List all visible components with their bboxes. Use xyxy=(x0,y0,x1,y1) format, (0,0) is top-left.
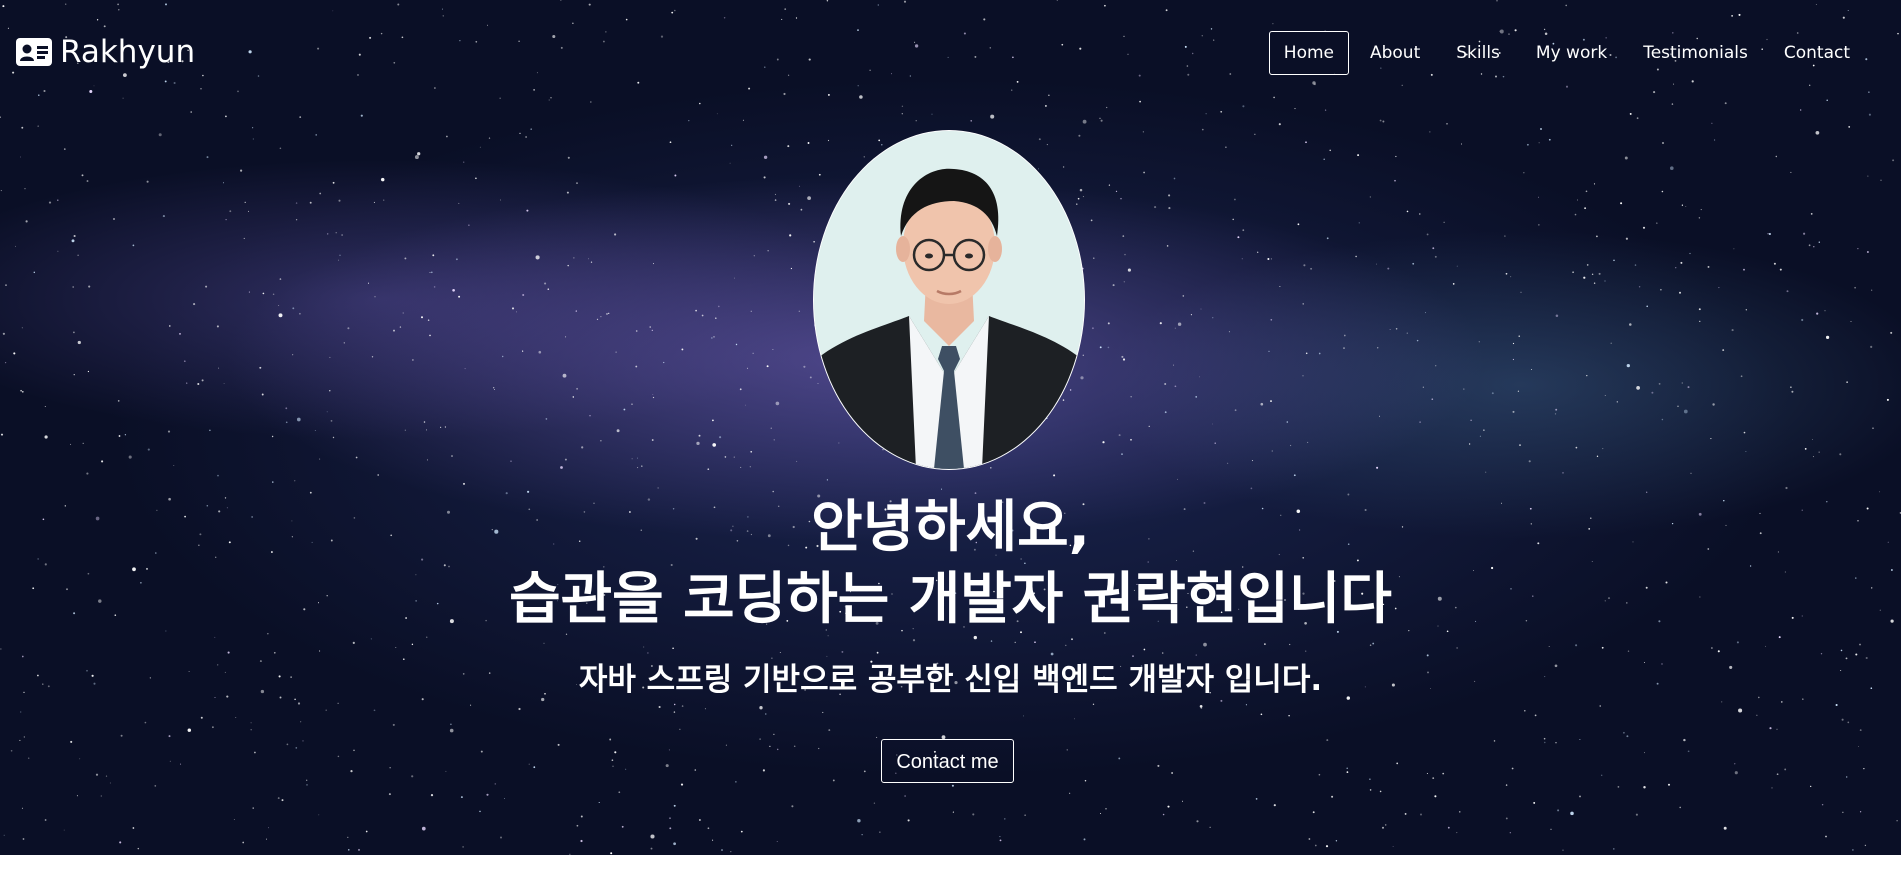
brand-logo[interactable]: Rakhyun xyxy=(16,34,195,70)
nav-item-home[interactable]: Home xyxy=(1268,31,1349,75)
contact-me-button[interactable]: Contact me xyxy=(881,739,1014,783)
main-nav: Home About Skills My work Testimonials C… xyxy=(1268,31,1865,75)
navbar: Rakhyun Home About Skills My work Testim… xyxy=(0,0,1901,106)
nav-item-my-work[interactable]: My work xyxy=(1521,31,1622,75)
hero-subtitle: 자바 스프링 기반으로 공부한 신입 백엔드 개발자 입니다. xyxy=(578,662,1323,698)
hero-greeting: 안녕하세요, xyxy=(811,495,1090,560)
brand-name: Rakhyun xyxy=(60,34,196,70)
id-card-icon xyxy=(16,38,52,66)
hero-headline: 안녕하세요, 습관을 코딩하는 개발자 권락현입니다 xyxy=(0,492,1901,636)
nav-item-contact[interactable]: Contact xyxy=(1769,31,1865,75)
hero-section: Rakhyun Home About Skills My work Testim… xyxy=(0,0,1901,855)
nav-item-testimonials[interactable]: Testimonials xyxy=(1628,31,1763,75)
profile-photo xyxy=(813,130,1085,470)
nav-item-about[interactable]: About xyxy=(1355,31,1435,75)
nav-item-skills[interactable]: Skills xyxy=(1441,31,1515,75)
hero-title: 습관을 코딩하는 개발자 권락현입니다 xyxy=(509,567,1392,632)
